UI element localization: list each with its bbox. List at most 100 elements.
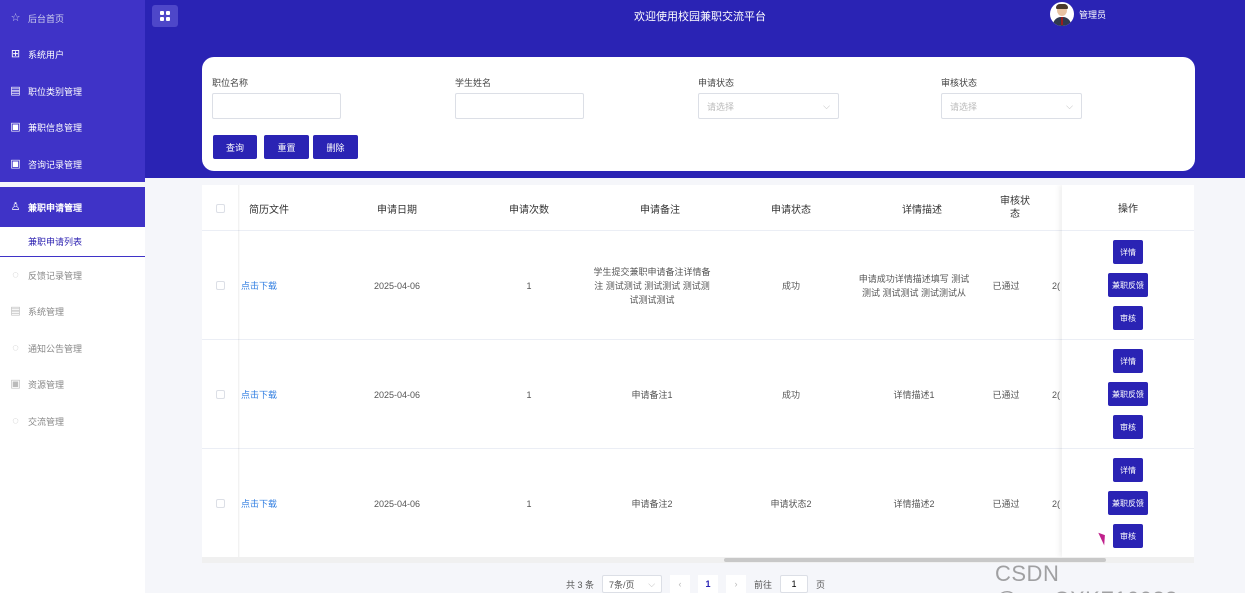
cell-status: 成功 <box>781 389 800 400</box>
sidebar-item-label: 兼职申请管理 <box>28 202 83 213</box>
total-count: 共 3 条 <box>566 579 595 590</box>
chat-icon: ◌ <box>12 341 19 354</box>
sidebar-item-application[interactable]: ♙ 兼职申请管理 <box>0 187 145 227</box>
sidebar-item-feedback[interactable]: ◌ 反馈记录管理 <box>0 257 145 294</box>
column-header-ops: 操作 <box>1062 185 1194 231</box>
column-header-detail: 详情描述 <box>902 204 942 216</box>
column-header-resume: 简历文件 <box>249 204 289 216</box>
job-name-input[interactable] <box>212 93 341 119</box>
detail-button[interactable]: 详情 <box>1113 240 1143 264</box>
detail-button[interactable]: 详情 <box>1113 349 1143 373</box>
field-label: 职位名称 <box>212 78 249 88</box>
cell-audit: 已通过 <box>992 389 1020 400</box>
audit-status-select[interactable]: 请选择 ⌵ <box>941 93 1082 119</box>
field-student-name: 学生姓名 <box>455 76 584 119</box>
audit-button[interactable]: 审核 <box>1113 524 1143 548</box>
sidebar-item-job-category[interactable]: ▤ 职位类别管理 <box>0 73 145 110</box>
query-button[interactable]: 查询 <box>213 135 257 159</box>
grid-menu-icon <box>160 11 170 21</box>
detail-button[interactable]: 详情 <box>1113 458 1143 482</box>
row-checkbox[interactable] <box>215 281 225 290</box>
field-label: 审核状态 <box>941 78 978 88</box>
sidebar-subitem-application-list[interactable]: 兼职申请列表 <box>0 227 145 257</box>
cell-remark: 申请备注2 <box>631 498 673 509</box>
sidebar-item-label: 后台首页 <box>28 13 65 24</box>
sidebar-item-system[interactable]: ▤ 系统管理 <box>0 294 145 331</box>
resume-download-link[interactable]: 点击下载 <box>238 231 280 340</box>
field-audit-status: 审核状态 请选择 ⌵ <box>941 76 1082 119</box>
select-all-checkbox[interactable] <box>215 203 225 213</box>
feedback-button[interactable]: 兼职反馈 <box>1108 491 1148 515</box>
user-menu[interactable]: 管理员 <box>1050 2 1106 26</box>
chevron-down-icon: ⌵ <box>1066 100 1073 111</box>
reset-button[interactable]: 重置 <box>264 135 309 159</box>
cell-detail: 详情描述1 <box>893 389 935 400</box>
grid-icon: ⊞ <box>10 48 21 61</box>
doc-search-icon: ▣ <box>10 121 21 134</box>
page-number[interactable]: 1 <box>698 575 719 593</box>
select-placeholder: 请选择 <box>707 101 735 112</box>
cell-audit: 已通过 <box>992 280 1020 291</box>
audit-button[interactable]: 审核 <box>1113 306 1143 330</box>
column-header-status: 申请状态 <box>771 204 811 216</box>
row-checkbox[interactable] <box>215 499 225 508</box>
select-all-cell <box>202 185 238 231</box>
row-checkbox-cell <box>202 340 238 449</box>
sidebar-item-label: 职位类别管理 <box>28 86 83 97</box>
cell-detail: 详情描述2 <box>893 498 935 509</box>
prev-page-button[interactable]: ‹ <box>670 575 691 593</box>
sidebar-item-label: 系统用户 <box>28 50 65 61</box>
page-suffix: 页 <box>816 579 826 590</box>
column-header-audit: 审核状态 <box>1000 196 1030 220</box>
cell-detail: 申请成功详情描述填写 测试测试 测试测试 测试测试从 <box>858 273 970 298</box>
user-icon: ♙ <box>10 200 21 213</box>
sidebar-item-home[interactable]: ☆ 后台首页 <box>0 0 145 37</box>
sidebar-item-resource[interactable]: ▣ 资源管理 <box>0 367 145 404</box>
app-title: 欢迎使用校园兼职交流平台 <box>634 11 766 23</box>
student-name-input[interactable] <box>455 93 584 119</box>
row-checkbox-cell <box>202 231 238 340</box>
field-apply-status: 申请状态 请选择 ⌵ <box>698 76 839 119</box>
select-placeholder: 请选择 <box>950 101 978 112</box>
operations-column: 操作 详情 兼职反馈 审核 详情 兼职反馈 审核 详情 兼职反馈 审核 <box>1062 185 1194 558</box>
field-label: 申请状态 <box>698 78 735 88</box>
star-icon: ☆ <box>10 11 21 24</box>
pagination: 共 3 条 7条/页 ⌵ ‹ 1 › 前往 页 <box>566 575 825 593</box>
sidebar-item-label: 反馈记录管理 <box>28 270 83 281</box>
clipboard-icon: ▤ <box>10 305 21 318</box>
goto-label: 前往 <box>754 579 773 590</box>
cell-count: 1 <box>526 280 532 291</box>
next-page-button[interactable]: › <box>726 575 747 593</box>
sidebar-item-consult[interactable]: ▣ 咨询记录管理 <box>0 146 145 183</box>
ops-cell: 详情 兼职反馈 审核 <box>1062 449 1194 558</box>
row-checkbox[interactable] <box>215 390 225 399</box>
resume-download-link[interactable]: 点击下载 <box>238 449 280 558</box>
table-row: 点击下载 2025-04-06 1 学生提交兼职申请备注详情备注 测试测试 测试… <box>202 231 1194 340</box>
cell-remark: 申请备注1 <box>631 389 673 400</box>
sidebar-item-label: 系统管理 <box>28 307 65 318</box>
column-header-date: 申请日期 <box>377 204 417 216</box>
menu-toggle-button[interactable] <box>152 5 178 27</box>
feedback-button[interactable]: 兼职反馈 <box>1108 273 1148 297</box>
table-header: 简历文件 申请日期 申请次数 申请备注 申请状态 详情描述 审核状态 <box>202 185 1194 231</box>
sidebar-subitem-label: 兼职申请列表 <box>28 237 83 247</box>
sidebar-item-label: 通知公告管理 <box>28 343 83 354</box>
table-row: 点击下载 2025-04-06 1 申请备注1 成功 详情描述1 已通过 2( <box>202 340 1194 449</box>
row-checkbox-cell <box>202 449 238 558</box>
sidebar-item-notice[interactable]: ◌ 通知公告管理 <box>0 330 145 367</box>
delete-button[interactable]: 删除 <box>313 135 358 159</box>
sidebar-item-exchange[interactable]: ◌ 交流管理 <box>0 403 145 440</box>
feedback-button[interactable]: 兼职反馈 <box>1108 382 1148 406</box>
sidebar-item-system-users[interactable]: ⊞ 系统用户 <box>0 37 145 74</box>
cell-remark: 学生提交兼职申请备注详情备注 测试测试 测试测试 测试测试测试测试 <box>593 266 711 305</box>
cell-status: 申请状态2 <box>770 498 812 509</box>
sidebar-item-job-info[interactable]: ▣ 兼职信息管理 <box>0 110 145 147</box>
audit-button[interactable]: 审核 <box>1113 415 1143 439</box>
cell-count: 1 <box>526 389 532 400</box>
goto-page-input[interactable] <box>780 575 809 593</box>
page-size-select[interactable]: 7条/页 ⌵ <box>602 575 663 593</box>
resume-download-link[interactable]: 点击下载 <box>238 340 280 449</box>
chevron-down-icon: ⌵ <box>823 100 830 111</box>
field-job-name: 职位名称 <box>212 76 341 119</box>
apply-status-select[interactable]: 请选择 ⌵ <box>698 93 839 119</box>
